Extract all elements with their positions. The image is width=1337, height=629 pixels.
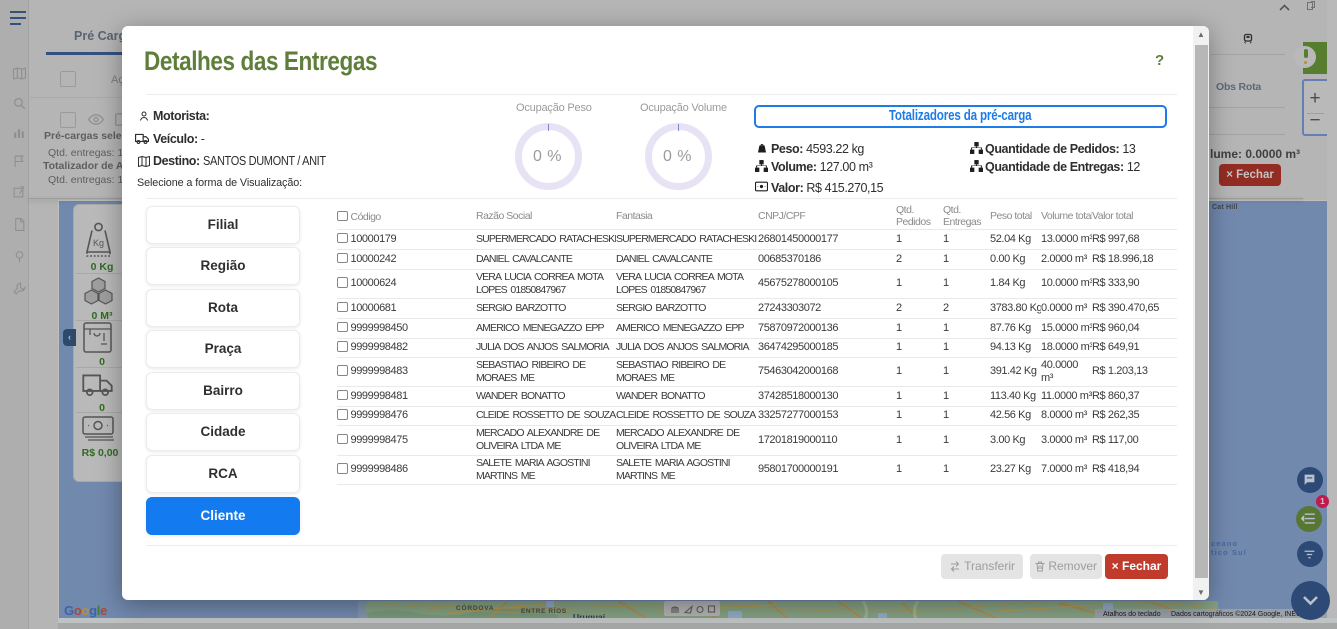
svg-text:Kg: Kg (93, 238, 104, 248)
